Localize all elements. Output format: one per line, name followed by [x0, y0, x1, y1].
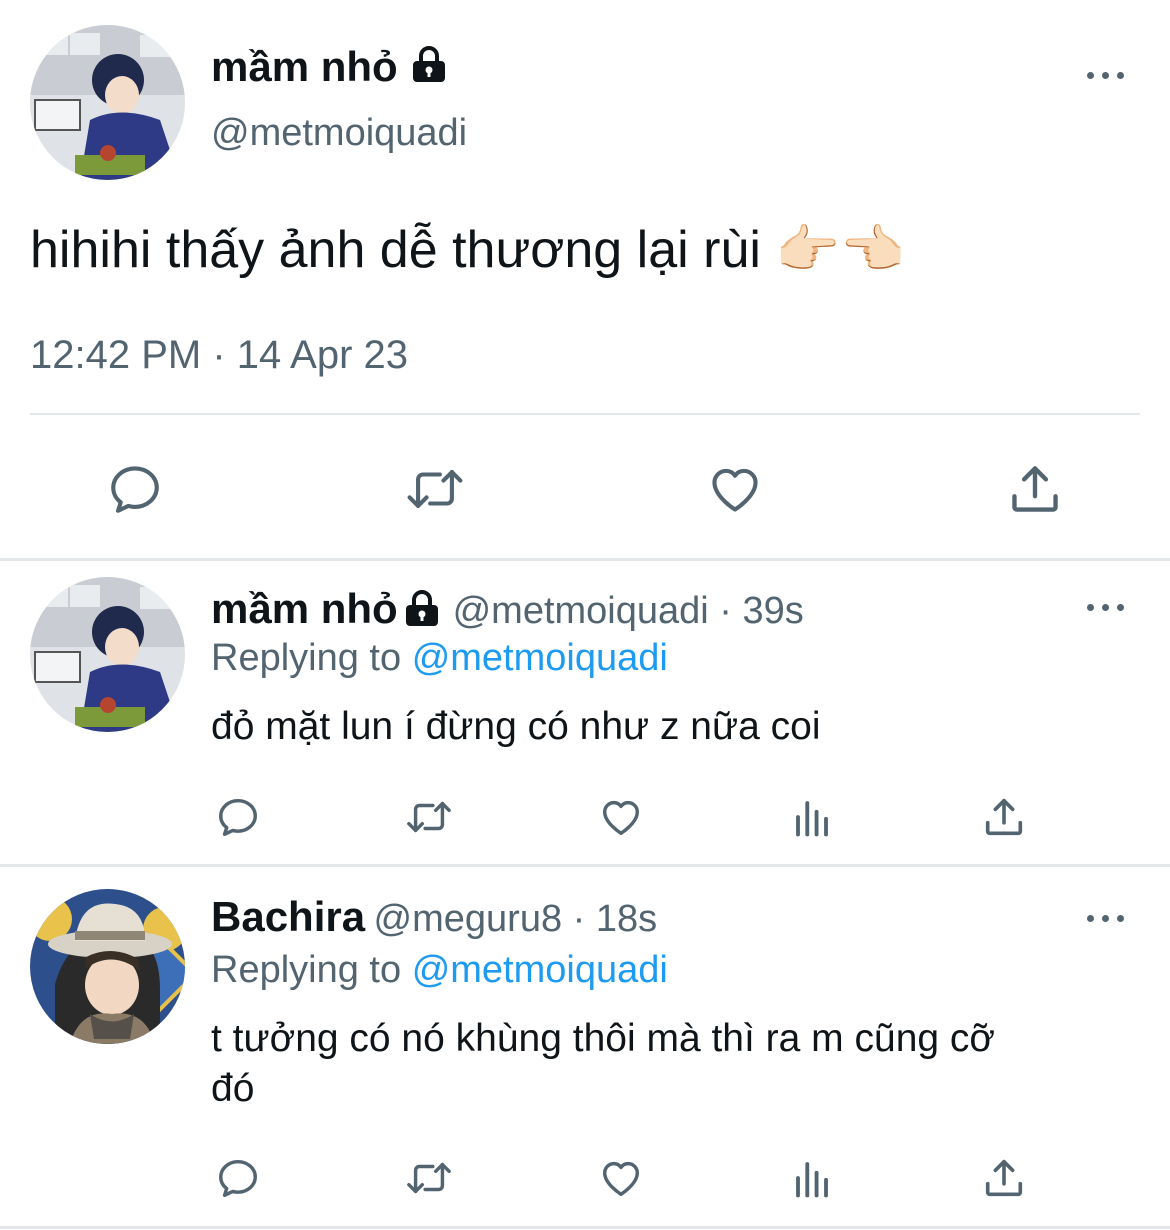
- handle-time[interactable]: @metmoiquadi · 39s: [453, 590, 804, 632]
- views-icon[interactable]: [791, 796, 833, 838]
- reply-icon[interactable]: [215, 1155, 261, 1201]
- replying-to-line: Replying to @metmoiquadi: [211, 634, 668, 682]
- avatar-image: [30, 577, 185, 732]
- display-name[interactable]: mầm nhỏ: [211, 585, 398, 632]
- like-icon[interactable]: [706, 460, 764, 518]
- reply-text-line: đó: [211, 1067, 255, 1110]
- more-options-icon[interactable]: [1087, 912, 1127, 924]
- display-name[interactable]: Bachira: [211, 893, 365, 940]
- views-icon[interactable]: [791, 1157, 833, 1199]
- share-icon[interactable]: [981, 1155, 1027, 1201]
- display-name-row: mầm nhỏ: [211, 42, 449, 95]
- avatar[interactable]: [30, 25, 185, 180]
- divider: [0, 864, 1170, 867]
- avatar[interactable]: [30, 577, 185, 732]
- reply-icon[interactable]: [215, 794, 261, 840]
- more-options-icon[interactable]: [1087, 69, 1127, 81]
- avatar-image: [30, 25, 185, 180]
- divider: [0, 558, 1170, 561]
- retweet-icon[interactable]: [403, 1155, 455, 1201]
- handle-time[interactable]: @meguru8 · 18s: [374, 898, 658, 940]
- reply-header: Bachira @meguru8 · 18s: [211, 892, 657, 952]
- reply-icon[interactable]: [106, 460, 164, 518]
- tweet-text: hihihi thấy ảnh dễ thương lại rùi 👉🏻👈🏻: [30, 221, 905, 279]
- avatar[interactable]: [30, 889, 185, 1044]
- avatar-image: [30, 889, 185, 1044]
- replying-to-line: Replying to @metmoiquadi: [211, 946, 668, 994]
- timestamp[interactable]: 12:42 PM · 14 Apr 23: [30, 330, 408, 380]
- display-name[interactable]: mầm nhỏ: [211, 43, 398, 90]
- handle[interactable]: @metmoiquadi: [211, 110, 467, 156]
- replying-to-label: Replying to: [211, 949, 402, 991]
- retweet-icon[interactable]: [403, 794, 455, 840]
- replying-to-link[interactable]: @metmoiquadi: [412, 637, 668, 679]
- like-icon[interactable]: [597, 1155, 645, 1201]
- reply-text: đỏ mặt lun í đừng có như z nữa coi: [211, 705, 821, 748]
- replying-to-link[interactable]: @metmoiquadi: [412, 949, 668, 991]
- like-icon[interactable]: [597, 794, 645, 840]
- retweet-icon[interactable]: [402, 460, 468, 518]
- share-icon[interactable]: [981, 794, 1027, 840]
- lock-icon: [409, 44, 449, 95]
- reply-text-line: t tưởng có nó khùng thôi mà thì ra m cũn…: [211, 1017, 995, 1060]
- replying-to-label: Replying to: [211, 637, 402, 679]
- divider: [0, 1226, 1170, 1229]
- share-icon[interactable]: [1006, 460, 1064, 518]
- divider: [30, 413, 1140, 415]
- more-options-icon[interactable]: [1087, 601, 1127, 613]
